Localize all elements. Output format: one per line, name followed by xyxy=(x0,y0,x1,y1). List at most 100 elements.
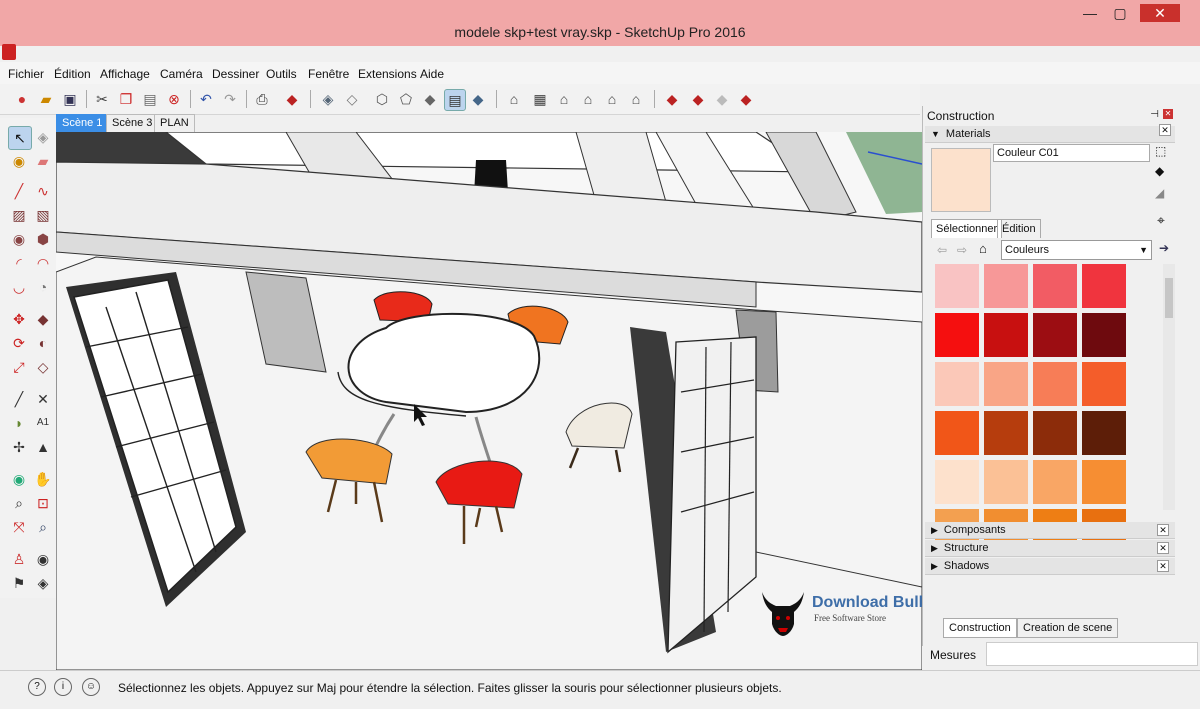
tab-scene-1[interactable]: Scène 1 xyxy=(56,114,109,133)
menu-camera[interactable]: Caméra xyxy=(160,67,203,81)
wireframe-icon[interactable]: ⬡ xyxy=(372,89,392,109)
panel-close-icon[interactable]: ✕ xyxy=(1163,109,1173,119)
geolocation-icon[interactable]: ? xyxy=(28,678,46,696)
walk-icon[interactable]: ⚑ xyxy=(8,572,30,594)
select-arrow-icon[interactable]: ↖ xyxy=(8,126,32,150)
material-swatch[interactable] xyxy=(984,411,1028,455)
model-info-icon[interactable]: ◆ xyxy=(282,89,302,109)
menu-edition[interactable]: Édition xyxy=(54,67,91,81)
two-point-arc-icon[interactable]: ◠ xyxy=(32,252,54,274)
material-swatch[interactable] xyxy=(1033,264,1077,308)
axes-icon[interactable]: ✢ xyxy=(8,436,30,458)
menu-dessiner[interactable]: Dessiner xyxy=(212,67,259,81)
print-icon[interactable]: ⎙ xyxy=(252,89,272,109)
position-camera-icon[interactable]: ♙ xyxy=(8,548,30,570)
paste-icon[interactable]: ▤ xyxy=(140,89,160,109)
copy-icon[interactable]: ❐ xyxy=(116,89,136,109)
open-folder-icon[interactable]: ▰ xyxy=(36,89,56,109)
composants-close-icon[interactable]: ✕ xyxy=(1157,524,1169,536)
scrollbar-thumb[interactable] xyxy=(1165,278,1173,318)
details-arrow-icon[interactable]: ➔ xyxy=(1159,241,1169,255)
warehouse-icon[interactable]: ◆ xyxy=(662,89,682,109)
monochrome-icon[interactable]: ◆ xyxy=(468,89,488,109)
top-view-icon[interactable]: ▦ xyxy=(530,89,550,109)
rectangle-icon[interactable]: ▨ xyxy=(8,204,30,226)
home-icon[interactable]: ⌂ xyxy=(979,241,987,256)
material-swatch[interactable] xyxy=(984,313,1028,357)
paint-bucket-icon[interactable]: ◉ xyxy=(8,150,30,172)
look-around-icon[interactable]: ◉ xyxy=(32,548,54,570)
menu-aide[interactable]: Aide xyxy=(420,67,444,81)
structure-close-icon[interactable]: ✕ xyxy=(1157,542,1169,554)
materials-close-icon[interactable]: ✕ xyxy=(1159,124,1171,136)
scale-icon[interactable]: ⤢ xyxy=(8,356,30,378)
material-swatch[interactable] xyxy=(1082,362,1126,406)
share-model-icon[interactable]: ◆ xyxy=(688,89,708,109)
create-material-icon[interactable]: ⬚ xyxy=(1155,144,1166,158)
rotated-rectangle-icon[interactable]: ▧ xyxy=(32,204,54,226)
shadows-header[interactable]: ▶ Shadows ✕ xyxy=(925,558,1175,575)
3d-text-icon[interactable]: ▲ xyxy=(32,436,54,458)
maximize-button[interactable]: ▢ xyxy=(1106,4,1134,22)
push-pull-icon[interactable]: ◆ xyxy=(32,308,54,330)
menu-fenetre[interactable]: Fenêtre xyxy=(308,67,349,81)
material-swatch[interactable] xyxy=(935,460,979,504)
xray-icon[interactable]: ◈ xyxy=(318,89,338,109)
info-icon[interactable]: i xyxy=(54,678,72,696)
material-swatch[interactable] xyxy=(935,264,979,308)
right-view-icon[interactable]: ⌂ xyxy=(578,89,598,109)
extension-warehouse-icon[interactable]: ◆ xyxy=(736,89,756,109)
tab-creation-de-scene[interactable]: Creation de scene xyxy=(1017,618,1119,638)
save-icon[interactable]: ▣ xyxy=(60,89,80,109)
material-swatch[interactable] xyxy=(984,460,1028,504)
left-view-icon[interactable]: ⌂ xyxy=(626,89,646,109)
zoom-icon[interactable]: ⌕ xyxy=(8,492,30,514)
menu-outils[interactable]: Outils xyxy=(266,67,297,81)
tab-selectionner[interactable]: Sélectionner xyxy=(931,219,1003,238)
section-plane-icon[interactable]: ◈ xyxy=(32,572,54,594)
dimension-icon[interactable]: ✕ xyxy=(32,388,54,410)
arc-icon[interactable]: ◜ xyxy=(8,252,30,274)
eyedropper-icon[interactable]: ⌖ xyxy=(1157,212,1165,229)
user-icon[interactable]: ☺ xyxy=(82,678,100,696)
materials-header[interactable]: ▼ Materials xyxy=(925,126,1175,143)
hidden-line-icon[interactable]: ⬠ xyxy=(396,89,416,109)
tab-construction[interactable]: Construction xyxy=(943,618,1017,638)
previous-view-icon[interactable]: ⌕ xyxy=(32,516,54,538)
zoom-window-icon[interactable]: ⊡ xyxy=(32,492,54,514)
material-library-select[interactable]: Couleurs ▼ xyxy=(1001,240,1152,260)
material-name-field[interactable]: Couleur C01 xyxy=(993,144,1150,162)
material-swatch[interactable] xyxy=(1033,313,1077,357)
follow-me-icon[interactable]: ◐ xyxy=(32,332,54,354)
back-view-icon[interactable]: ⌂ xyxy=(602,89,622,109)
measures-input[interactable] xyxy=(986,642,1198,666)
new-file-icon[interactable]: ● xyxy=(12,89,32,109)
tab-plan[interactable]: PLAN xyxy=(154,114,195,133)
material-swatch[interactable] xyxy=(1033,460,1077,504)
pan-icon[interactable]: ✋ xyxy=(32,468,54,490)
polygon-icon[interactable]: ⬢ xyxy=(32,228,54,250)
material-swatch[interactable] xyxy=(984,264,1028,308)
freehand-icon[interactable]: ∿ xyxy=(32,180,54,202)
shaded-textures-icon[interactable]: ▤ xyxy=(444,89,466,111)
back-edges-icon[interactable]: ◇ xyxy=(342,89,362,109)
material-swatch[interactable] xyxy=(1082,460,1126,504)
front-view-icon[interactable]: ⌂ xyxy=(554,89,574,109)
shadows-close-icon[interactable]: ✕ xyxy=(1157,560,1169,572)
iso-view-icon[interactable]: ⌂ xyxy=(504,89,524,109)
orbit-icon[interactable]: ◉ xyxy=(8,468,30,490)
pie-icon[interactable]: ◔ xyxy=(32,276,54,298)
text-icon[interactable]: A1 xyxy=(32,412,54,434)
back-arrow-icon[interactable]: ⇦ xyxy=(937,243,947,257)
protractor-icon[interactable]: ◗ xyxy=(8,412,30,434)
tab-edition[interactable]: Édition xyxy=(997,219,1041,238)
material-swatch[interactable] xyxy=(1082,264,1126,308)
material-swatch[interactable] xyxy=(1082,411,1126,455)
material-swatch[interactable] xyxy=(1082,313,1126,357)
move-icon[interactable]: ✥ xyxy=(8,308,30,330)
material-swatch[interactable] xyxy=(935,362,979,406)
eraser-icon[interactable]: ▰ xyxy=(32,150,54,172)
material-swatch[interactable] xyxy=(935,313,979,357)
erase-icon[interactable]: ⊗ xyxy=(164,89,184,109)
share-component-icon[interactable]: ◆ xyxy=(712,89,732,109)
